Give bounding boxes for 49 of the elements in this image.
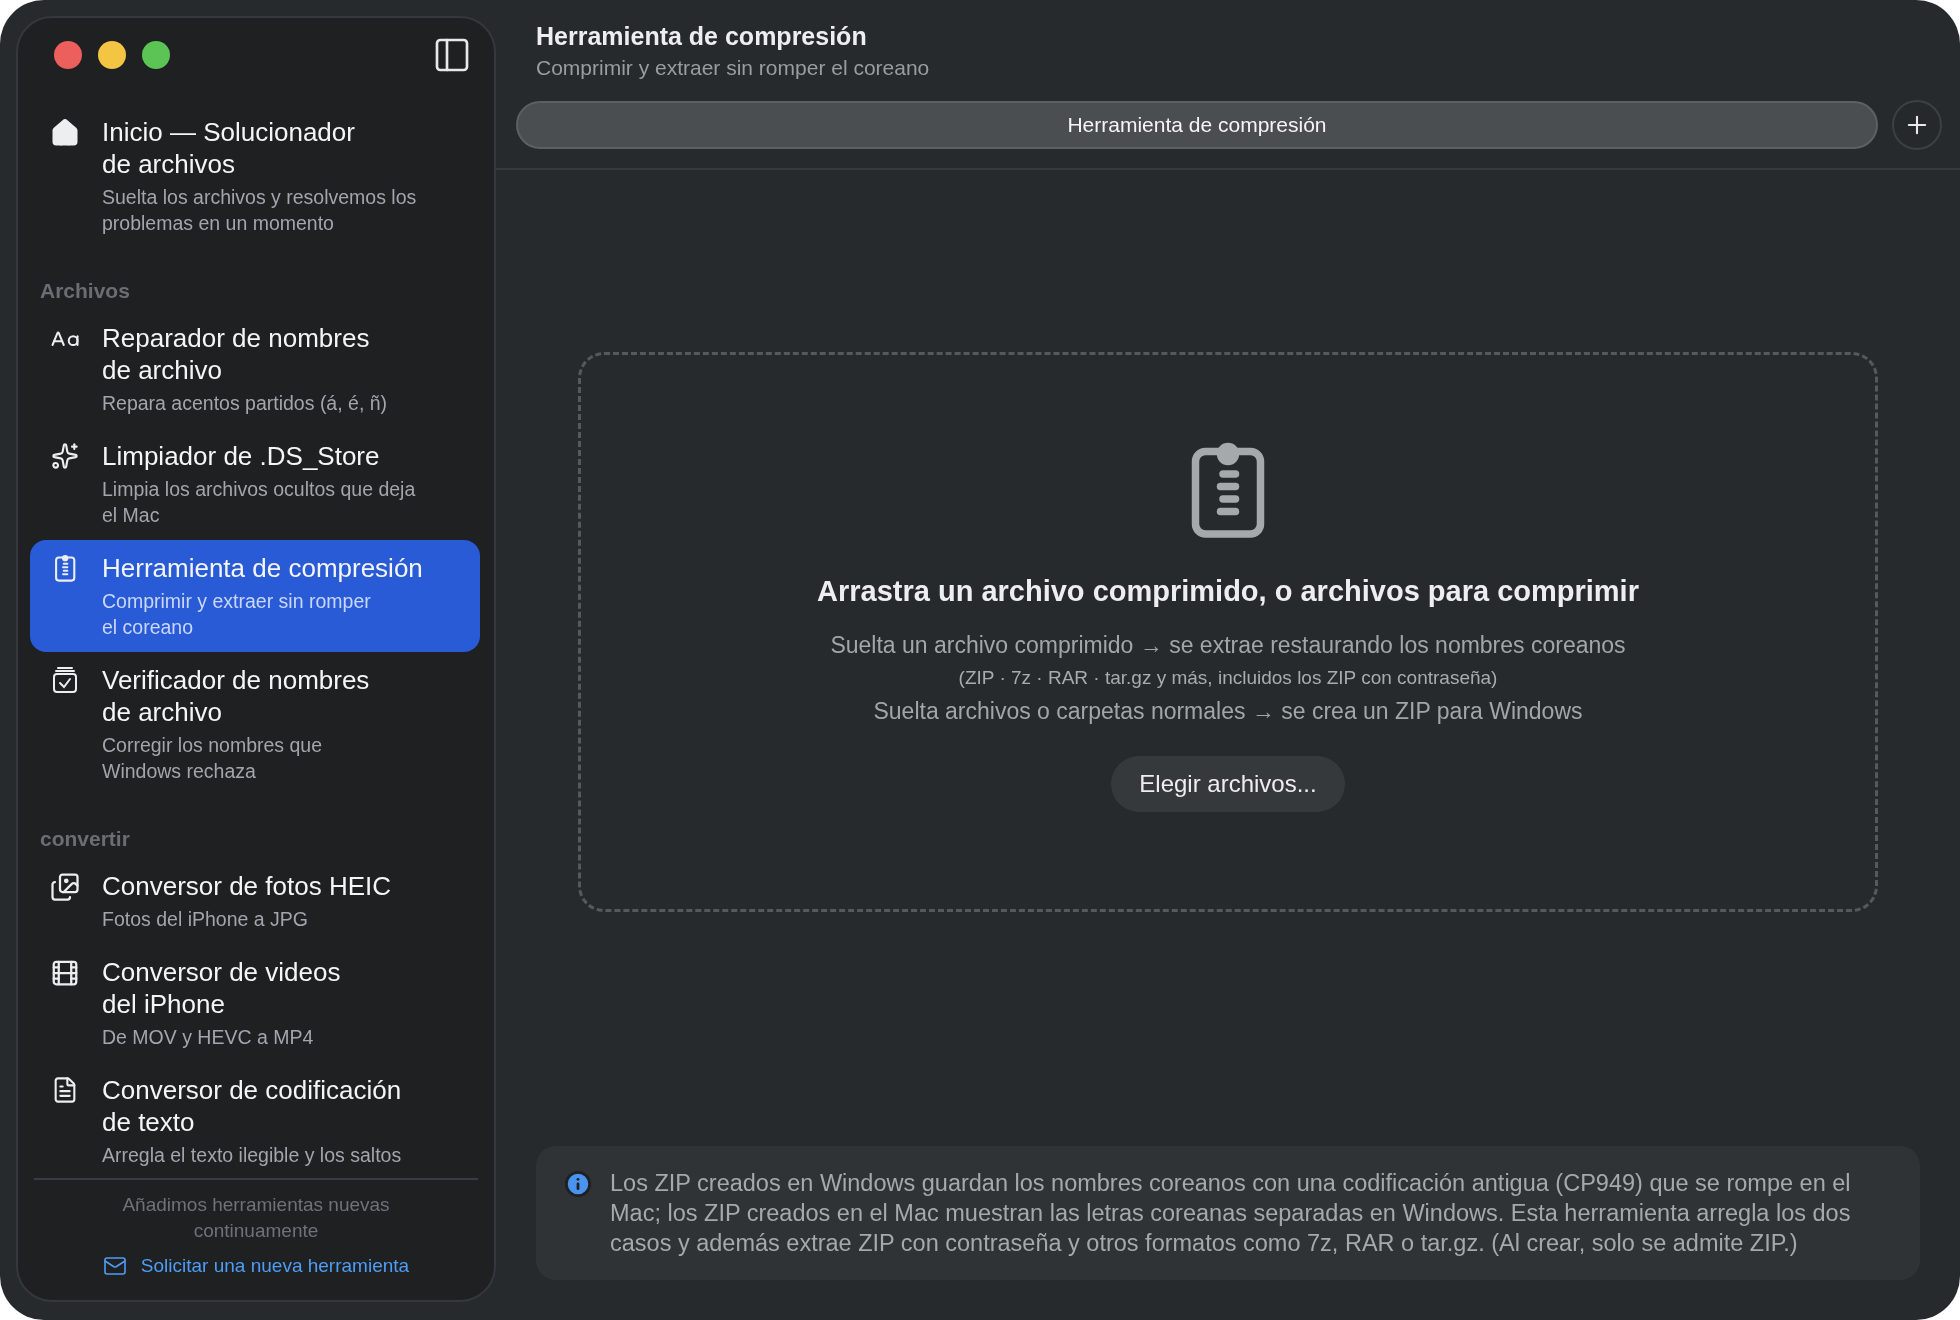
sidebar-item[interactable]: Conversor de codificación de texto Arregla el texto ilegible y los saltos [30,1062,480,1178]
close-button[interactable] [54,41,82,69]
item-subtitle: Suelta los archivos y resolvemos los problemas en un momento [102,185,417,236]
section-heading: convertir [39,826,131,852]
drop-heading: Arrastra un archivo comprimido, o archivos para comprimir [817,575,1639,608]
sidebar-item[interactable]: Reparador de nombres de archivo Repara acentos partidos (á, é, ñ) [30,310,480,428]
minimize-button[interactable] [98,41,126,69]
sidebar-item[interactable]: Herramienta de compresión Comprimir y extraer sin romper el coreano [30,540,480,652]
section-heading: Archivos [39,278,131,304]
sidebar-item[interactable]: Limpiador de .DS_Store Limpia los archivos ocultos que deja el Mac [30,428,480,540]
item-subtitle: Arregla el texto ilegible y los saltos [102,1143,402,1168]
item-title: Conversor de codificación de texto [102,1074,402,1138]
item-subtitle: De MOV y HEVC a MP4 [102,1025,315,1050]
page-subtitle: Comprimir y extraer sin romper el coreano [536,55,930,81]
sidebar-item[interactable]: Conversor de fotos HEIC Fotos del iPhone a JPG [30,858,480,944]
item-title: Limpiador de .DS_Store [102,440,381,472]
sidebar-item[interactable]: Inicio — Solucionador de archivos Suelta los archivos y resolvemos los problemas en un momento [30,104,480,248]
item-subtitle: Comprimir y extraer sin romper el coreano [102,589,372,640]
zoom-button[interactable] [142,41,170,69]
photos-icon [50,872,80,902]
item-title: Inicio — Solucionador de archivos [102,116,356,180]
film-icon [50,958,80,988]
tab[interactable]: Herramienta de compresión [516,101,1878,149]
item-subtitle: Corregir los nombres que Windows rechaza [102,733,323,784]
page-title: Herramienta de compresión [536,21,867,52]
checkbox-stack-icon [51,666,79,694]
item-title: Conversor de fotos HEIC [102,870,391,902]
request-tool-link[interactable]: Solicitar una nueva herramienta [102,1254,410,1278]
drop-instruction: Suelta archivos o carpetas normales → se crea un ZIP para Windows [873,697,1583,726]
item-title: Herramienta de compresión [102,552,423,584]
item-title: Verificador de nombres de archivo [102,664,370,728]
item-title: Reparador de nombres de archivo [102,322,371,386]
sidebar-item[interactable]: Conversor de videos del iPhone De MOV y HEVC a MP4 [30,944,480,1062]
drop-instruction: Suelta un archivo comprimido → se extrae restaurando los nombres coreanos [830,631,1626,660]
add-tab-button[interactable] [1892,100,1942,150]
footer-note: Añadimos herramientas nuevas continuamente [122,1193,390,1243]
sidebar-item[interactable]: Verificador de nombres de archivo Corregir los nombres que Windows rechaza [30,652,480,796]
item-title: Conversor de videos del iPhone [102,956,341,1020]
item-subtitle: Fotos del iPhone a JPG [102,907,309,932]
info-text: Los ZIP creados en Windows guardan los nombres coreanos con una codificación antigua (CP949) que se rompe en el Mac; los ZIP creados en el Mac muestran las letras coreanas separadas en Windows. Esta herramienta arregla los dos casos y además extrae ZIP con contraseña y otros formatos como 7z, RAR o tar.gz. (Al crear, solo se admite ZIP.) [610,1169,1852,1258]
format-note: (ZIP · 7z · RAR · tar.gz y más, incluidos los ZIP con contraseña) [958,666,1498,690]
item-subtitle: Limpia los archivos ocultos que deja el Mac [102,477,416,528]
zip-clipboard-icon [53,554,77,582]
mail-icon [102,1254,127,1278]
sparkles-icon [51,442,79,470]
info-icon [564,1170,592,1198]
choose-files-button[interactable]: Elegir archivos... [1111,756,1345,812]
item-subtitle: Repara acentos partidos (á, é, ñ) [102,391,388,416]
home-icon [50,118,80,148]
